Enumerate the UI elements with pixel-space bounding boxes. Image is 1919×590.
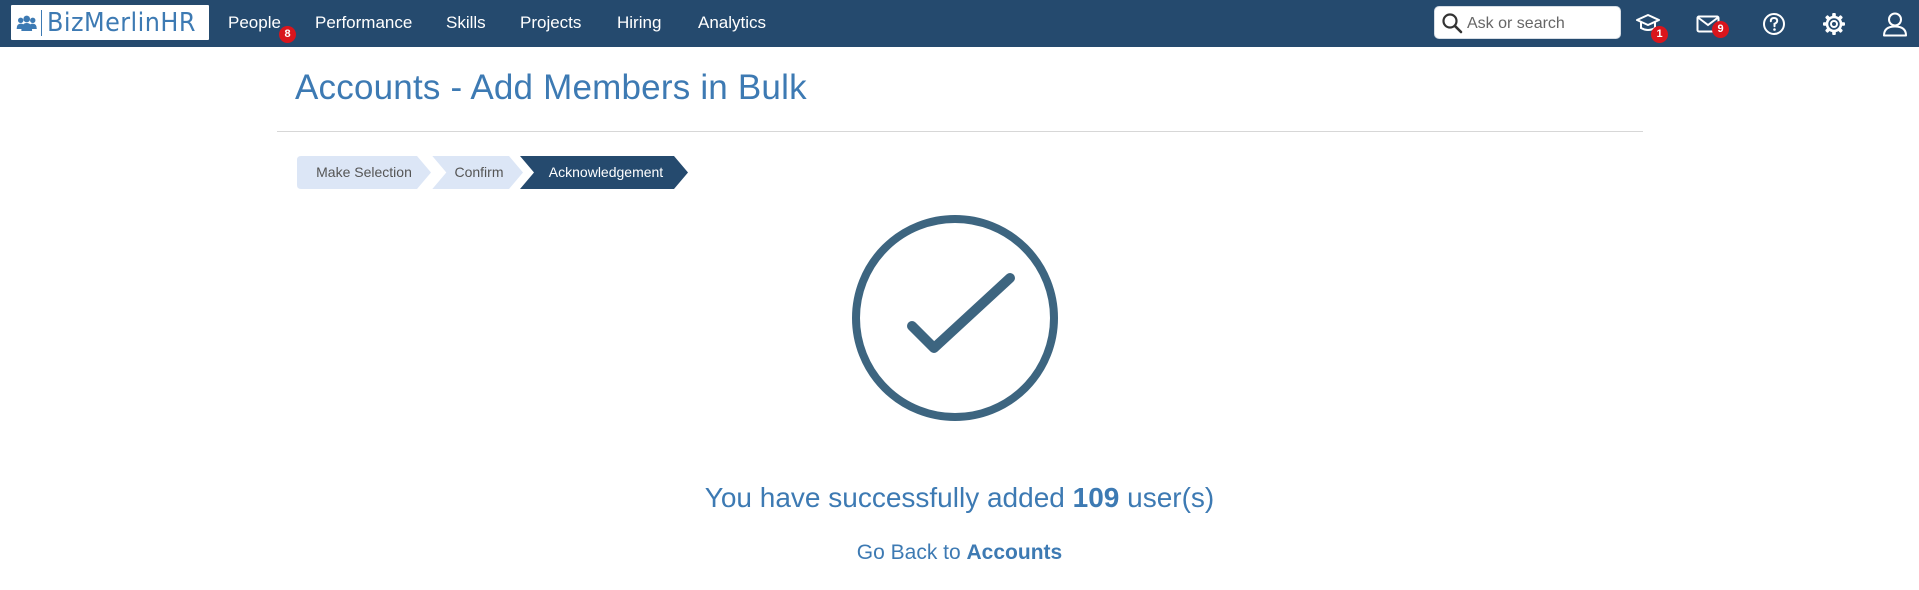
search-input[interactable] [1465, 11, 1619, 37]
nav-skills[interactable]: Skills [446, 0, 486, 47]
nav-skills-label: Skills [446, 13, 486, 32]
page-title: Accounts - Add Members in Bulk [295, 68, 807, 107]
question-circle-icon [1763, 12, 1785, 35]
top-navbar: BizMerlinHR People 8 Performance Skills … [0, 0, 1919, 47]
nav-analytics-label: Analytics [698, 13, 767, 32]
gear-icon [1823, 12, 1845, 35]
added-user-count: 109 [1072, 482, 1120, 513]
success-check-icon [852, 215, 1058, 421]
nav-projects[interactable]: Projects [520, 0, 581, 47]
go-back-prefix: Go Back to [856, 541, 967, 564]
training-badge: 1 [1651, 26, 1668, 43]
step-acknowledgement[interactable]: Acknowledgement [520, 156, 688, 189]
step-confirm[interactable]: Confirm [431, 156, 523, 189]
success-message: You have successfully added 109 user(s) [0, 482, 1919, 514]
go-back-line: Go Back to Accounts [0, 541, 1919, 565]
nav-analytics[interactable]: Analytics [698, 0, 766, 47]
search-icon [1442, 13, 1463, 34]
step-make-selection[interactable]: Make Selection [297, 156, 431, 189]
success-message-prefix: You have successfully added [704, 482, 1073, 513]
logo-divider [41, 9, 43, 36]
people-logo-icon [16, 15, 37, 31]
settings-button[interactable] [1814, 0, 1854, 47]
nav-performance-label: Performance [315, 13, 413, 32]
success-message-suffix: user(s) [1119, 482, 1215, 513]
nav-performance[interactable]: Performance [315, 0, 412, 47]
brand-logo[interactable]: BizMerlinHR [11, 5, 209, 40]
search-box[interactable] [1434, 6, 1621, 39]
profile-button[interactable] [1875, 0, 1915, 47]
title-divider [277, 131, 1643, 132]
messages-badge: 9 [1712, 21, 1729, 38]
nav-people[interactable]: People [228, 0, 281, 47]
step-confirm-label: Confirm [454, 164, 504, 180]
nav-projects-label: Projects [520, 13, 582, 32]
step-acknowledgement-label: Acknowledgement [548, 164, 664, 180]
nav-people-label: People [228, 13, 281, 32]
step-make-selection-label: Make Selection [316, 164, 412, 180]
brand-name: BizMerlinHR [47, 7, 197, 38]
user-icon [1883, 12, 1907, 36]
accounts-link[interactable]: Accounts [967, 541, 1063, 564]
nav-hiring[interactable]: Hiring [617, 0, 661, 47]
people-badge: 8 [279, 26, 296, 43]
help-button[interactable] [1754, 0, 1794, 47]
nav-hiring-label: Hiring [617, 13, 662, 32]
